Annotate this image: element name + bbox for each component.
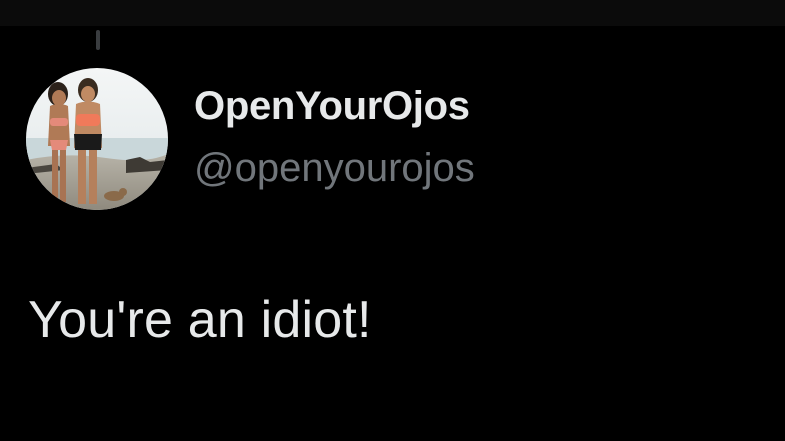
top-divider-strip (0, 0, 785, 26)
author-display-name[interactable]: OpenYourOjos (194, 84, 470, 129)
tweet-text: You're an idiot! (28, 291, 372, 349)
profile-photo-icon (26, 68, 168, 210)
thread-connector-line (96, 30, 100, 50)
avatar[interactable] (26, 68, 168, 210)
author-handle[interactable]: @openyourojos (194, 146, 475, 191)
